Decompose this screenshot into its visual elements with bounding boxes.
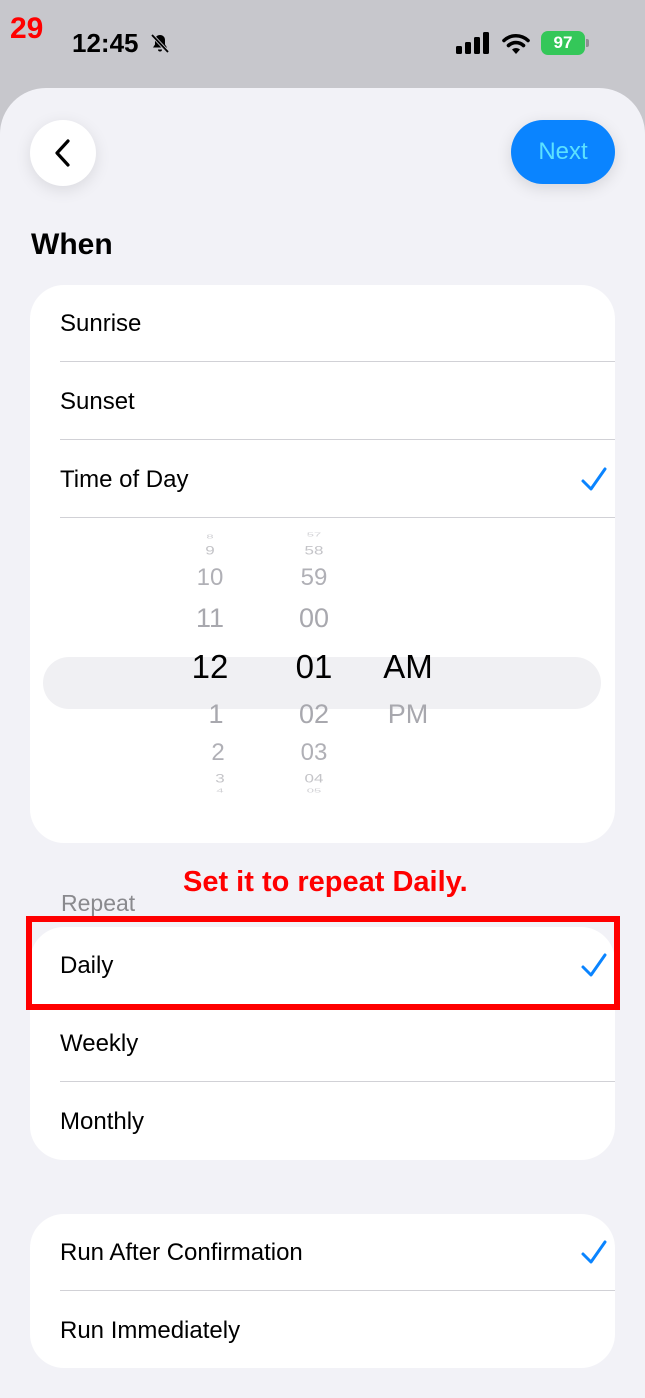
picker-hour-value: 4 <box>216 787 224 794</box>
when-section-title: When <box>31 228 113 261</box>
picker-hour-value: 8 <box>206 533 214 540</box>
option-label: Time of Day <box>60 466 189 493</box>
picker-hour-value: 11 <box>195 603 225 633</box>
cellular-signal-icon <box>456 32 489 54</box>
option-sunset[interactable]: Sunset <box>60 363 615 441</box>
picker-minute-selected: 01 <box>295 648 333 685</box>
checkmark-icon <box>581 1240 607 1264</box>
chevron-left-icon <box>55 139 70 167</box>
option-label: Run After Confirmation <box>60 1239 303 1266</box>
when-card: Sunrise Sunset Time of Day 8 9 10 11 12 … <box>30 285 615 843</box>
run-mode-card: Run After Confirmation Run Immediately <box>30 1214 615 1368</box>
picker-period-selected: AM <box>383 648 433 685</box>
option-label: Weekly <box>60 1030 139 1057</box>
option-sunrise[interactable]: Sunrise <box>60 285 615 363</box>
picker-hour-selected: 12 <box>191 648 229 685</box>
picker-minute-value: 58 <box>304 544 324 558</box>
picker-hour-value: 3 <box>215 772 225 786</box>
option-label: Sunset <box>60 388 135 415</box>
repeat-section-title: Repeat <box>61 890 136 916</box>
picker-minute-value: 02 <box>298 699 330 729</box>
picker-minute-value: 05 <box>306 787 322 794</box>
next-button[interactable]: Next <box>511 120 615 184</box>
option-time-of-day[interactable]: Time of Day <box>60 441 615 519</box>
option-run-immediately[interactable]: Run Immediately <box>60 1292 615 1370</box>
status-time: 12:45 <box>72 28 139 58</box>
time-picker[interactable]: 8 9 10 11 12 1 2 3 4 57 58 59 00 01 02 0… <box>30 519 615 819</box>
back-button[interactable] <box>30 120 96 186</box>
picker-minute-value: 00 <box>298 603 330 633</box>
picker-minute-value: 59 <box>300 564 328 591</box>
battery-icon: 97 <box>541 31 589 55</box>
option-weekly[interactable]: Weekly <box>60 1005 615 1083</box>
picker-minute-value: 04 <box>304 772 324 786</box>
option-label: Monthly <box>60 1108 145 1135</box>
battery-level: 97 <box>541 31 585 55</box>
picker-minute-value: 57 <box>306 531 322 538</box>
picker-minute-value: 03 <box>300 739 328 766</box>
status-bar: 12:45 97 <box>0 0 645 88</box>
picker-period-value: PM <box>387 699 429 729</box>
checkmark-icon <box>581 467 607 491</box>
picker-hour-value: 1 <box>208 699 224 729</box>
option-label: Run Immediately <box>60 1317 241 1344</box>
picker-hour-value: 10 <box>196 564 224 591</box>
option-label: Sunrise <box>60 310 142 337</box>
annotation-highlight-box <box>26 916 620 1010</box>
picker-hour-value: 9 <box>205 544 215 558</box>
bell-slash-icon <box>150 33 170 54</box>
option-run-after-confirmation[interactable]: Run After Confirmation <box>60 1214 615 1292</box>
picker-hour-value: 2 <box>211 739 225 766</box>
option-monthly[interactable]: Monthly <box>60 1083 615 1161</box>
wifi-icon <box>502 33 530 54</box>
instruction-callout: Set it to repeat Daily. <box>183 866 468 898</box>
